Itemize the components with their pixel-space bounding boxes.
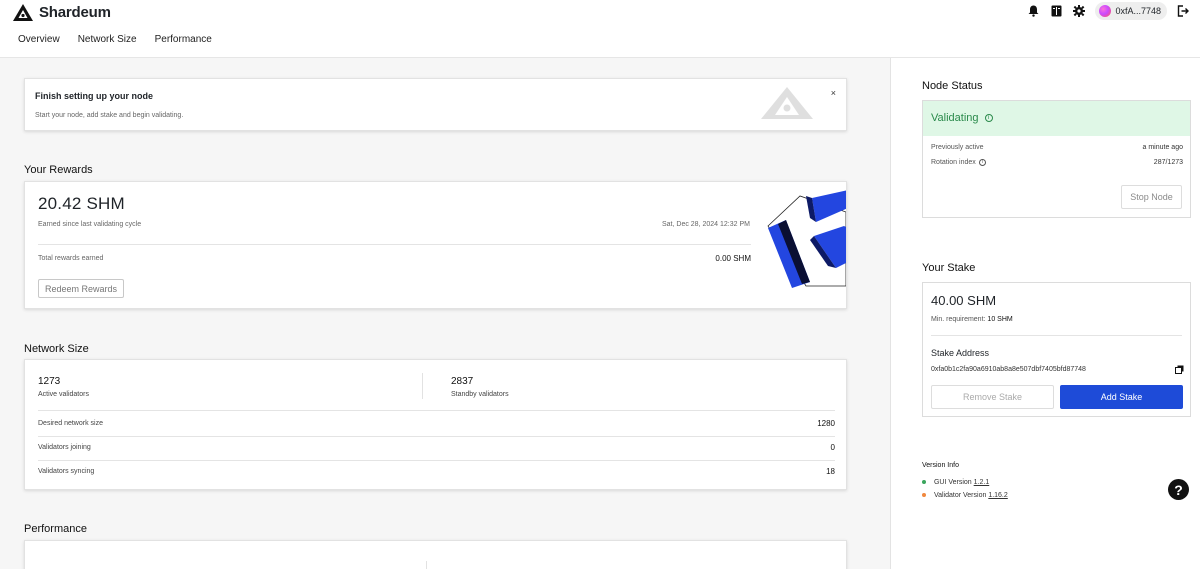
stop-node-button[interactable]: Stop Node (1121, 185, 1182, 209)
status-header: Validating i (923, 101, 1190, 136)
total-rewards-label: Total rewards earned (38, 255, 104, 262)
wallet-chip[interactable]: 0xfA...7748 (1095, 2, 1167, 20)
validators-syncing-value: 18 (826, 467, 835, 476)
logout-icon[interactable] (1176, 4, 1190, 18)
copy-icon[interactable] (1175, 365, 1184, 374)
remove-stake-button[interactable]: Remove Stake (931, 385, 1054, 409)
shardeum-logo-icon (13, 3, 33, 21)
nav-overview[interactable]: Overview (18, 34, 60, 45)
version-info-heading: Version Info (922, 462, 959, 469)
previously-active-label: Previously active (931, 144, 984, 151)
validators-joining-label: Validators joining (38, 444, 91, 451)
rotation-index-value: 287/1273 (1153, 159, 1183, 166)
standby-validators-label: Standby validators (451, 391, 509, 398)
gui-version-link[interactable]: 1.2.1 (974, 479, 990, 486)
rewards-earned-label: Earned since last validating cycle (38, 221, 142, 228)
bell-icon[interactable] (1026, 4, 1040, 18)
node-status-heading: Node Status (922, 80, 983, 92)
network-size-heading: Network Size (24, 343, 89, 355)
validators-syncing-label: Validators syncing (38, 468, 95, 475)
main-panel (0, 58, 890, 569)
validators-joining-value: 0 (830, 443, 835, 452)
divider (38, 436, 835, 437)
desired-network-size-value: 1280 (817, 419, 835, 428)
rewards-illustration (767, 190, 846, 288)
min-requirement-value: 10 SHM (987, 316, 1013, 323)
status-dot (922, 480, 926, 485)
min-requirement-label: Min. requirement: (931, 316, 986, 323)
divider (426, 561, 427, 569)
your-stake-heading: Your Stake (922, 262, 976, 274)
network-size-card: 1273 Active validators 2837 Standby vali… (24, 359, 847, 490)
gui-version-row: GUI Version 1.2.1 (922, 479, 989, 486)
stake-card: 40.00 SHM Min. requirement: 10 SHM Stake… (922, 282, 1191, 417)
rotation-index-label-wrapper: Rotation index i (931, 159, 986, 166)
divider (931, 335, 1182, 336)
rewards-card: 20.42 SHM Earned since last validating c… (24, 181, 847, 309)
info-icon[interactable]: i (978, 159, 986, 166)
validator-version-link[interactable]: 1.16.2 (988, 492, 1007, 499)
add-stake-button[interactable]: Add Stake (1060, 385, 1183, 409)
gear-icon[interactable] (1072, 4, 1086, 18)
divider (422, 373, 423, 399)
gui-version-label: GUI Version (933, 479, 972, 486)
active-validators-count: 1273 (38, 376, 61, 387)
rotation-index-label: Rotation index (931, 159, 976, 166)
stake-address-label: Stake Address (931, 348, 990, 358)
close-icon[interactable]: × (831, 88, 836, 98)
brand-name: Shardeum (39, 3, 111, 21)
performance-card (24, 540, 847, 569)
brand[interactable]: Shardeum (13, 2, 111, 22)
rewards-timestamp: Sat, Dec 28, 2024 12:32 PM (662, 221, 750, 228)
validator-version-label: Validator Version (933, 492, 987, 499)
redeem-rewards-button[interactable]: Redeem Rewards (38, 279, 124, 298)
standby-validators-count: 2837 (451, 376, 474, 387)
nav-network-size[interactable]: Network Size (78, 34, 137, 45)
main-nav: Overview Network Size Performance (18, 34, 212, 45)
info-icon[interactable]: i (984, 114, 993, 122)
node-status-card: Validating i Previously active a minute … (922, 100, 1191, 218)
active-validators-label: Active validators (38, 391, 89, 398)
divider (38, 410, 835, 411)
book-icon[interactable] (1049, 4, 1063, 18)
setup-banner: Finish setting up your node Start your n… (24, 78, 847, 131)
wallet-avatar (1099, 5, 1112, 17)
rewards-amount: 20.42 SHM (38, 194, 125, 213)
setup-description: Start your node, add stake and begin val… (35, 112, 184, 119)
setup-title: Finish setting up your node (35, 91, 153, 101)
node-status-value: Validating (931, 112, 979, 124)
header-actions: 0xfA...7748 (1026, 2, 1190, 20)
performance-heading: Performance (24, 523, 87, 535)
total-rewards-value: 0.00 SHM (715, 254, 751, 263)
validator-version-row: Validator Version 1.16.2 (922, 492, 1008, 499)
previously-active-value: a minute ago (1142, 144, 1183, 151)
stake-address: 0xfa0b1c2fa90a6910ab8a8e507dbf7405bfd877… (931, 366, 1086, 373)
status-dot (922, 493, 926, 498)
status-text-wrapper: Validating i (931, 112, 993, 124)
help-icon[interactable]: ? (1168, 479, 1189, 500)
wallet-address: 0xfA...7748 (1115, 6, 1161, 16)
rewards-heading: Your Rewards (24, 164, 93, 176)
min-requirement: Min. requirement: 10 SHM (931, 316, 1013, 323)
top-bar: Shardeum Overview Network Size Performan… (0, 0, 1200, 58)
desired-network-size-label: Desired network size (38, 420, 103, 427)
divider (38, 460, 835, 461)
nav-performance[interactable]: Performance (155, 34, 212, 45)
divider (38, 244, 751, 245)
shardeum-watermark-icon (761, 87, 813, 119)
stake-amount: 40.00 SHM (931, 293, 997, 308)
